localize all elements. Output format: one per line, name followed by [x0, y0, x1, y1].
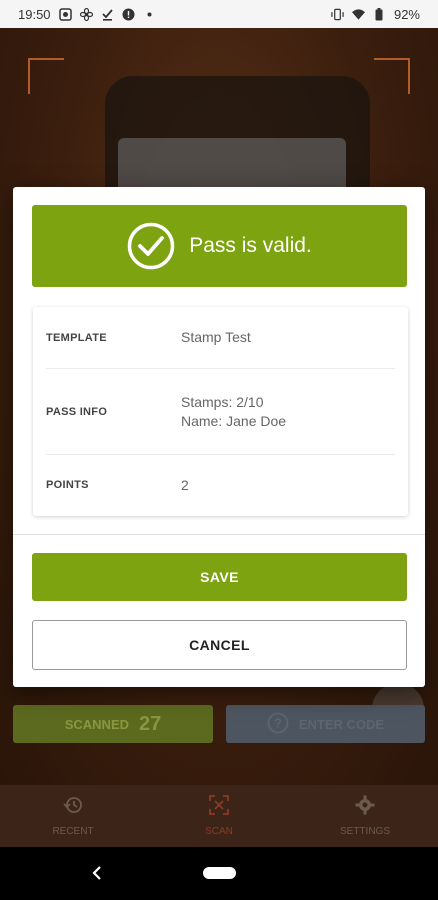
gear-icon: [355, 795, 375, 818]
scan-frame-corner-top-left: [28, 58, 64, 94]
check-circle-icon: [127, 222, 175, 270]
status-time: 19:50: [18, 6, 51, 22]
info-row-points: POINTS 2: [46, 455, 395, 515]
info-value-template: Stamp Test: [181, 329, 251, 345]
valid-status-banner: Pass is valid.: [32, 205, 407, 287]
status-bar: 19:50 92%: [0, 0, 438, 28]
pass-info-line: Name: Jane Doe: [181, 412, 287, 429]
nav-item-settings[interactable]: SETTINGS: [292, 785, 438, 847]
photo-icon: [58, 7, 72, 21]
battery-level: 92%: [393, 6, 420, 22]
info-key-points: POINTS: [46, 479, 89, 491]
system-navigation-bar: [0, 847, 438, 900]
fan-icon: [79, 7, 93, 21]
pass-info-card: TEMPLATE Stamp Test PASS INFO Stamps: 2/…: [33, 307, 408, 516]
back-icon[interactable]: [90, 864, 104, 887]
help-icon: ?: [267, 712, 289, 737]
pass-validation-dialog: Pass is valid. TEMPLATE Stamp Test PASS …: [13, 187, 425, 687]
alert-icon: [122, 8, 135, 21]
wifi-icon: [351, 8, 365, 21]
pass-info-line: Stamps: 2/10: [181, 393, 264, 410]
battery-icon: [373, 7, 386, 21]
scan-frame-corner-top-right: [374, 58, 410, 94]
info-value-pass-info: Stamps: 2/10 Name: Jane Doe: [181, 393, 286, 431]
nav-label-scan: SCAN: [205, 826, 233, 837]
nav-label-settings: SETTINGS: [339, 826, 390, 837]
download-done-icon: [101, 8, 114, 21]
history-icon: [63, 795, 83, 818]
nav-item-scan[interactable]: SCAN: [146, 785, 292, 847]
svg-text:?: ?: [274, 715, 282, 730]
nav-label-recent: RECENT: [52, 826, 94, 837]
save-button[interactable]: SAVE: [32, 553, 407, 601]
cancel-button[interactable]: CANCEL: [32, 620, 407, 670]
dialog-divider: [13, 534, 425, 535]
scanned-count: 27: [139, 712, 162, 735]
home-button[interactable]: [203, 867, 236, 879]
info-value-points: 2: [181, 476, 189, 493]
nav-item-recent[interactable]: RECENT: [0, 785, 146, 847]
info-row-template: TEMPLATE Stamp Test: [46, 307, 395, 369]
scan-icon: [209, 795, 229, 818]
info-key-pass-info: PASS INFO: [46, 405, 108, 418]
enter-code-label: ENTER CODE: [298, 716, 385, 732]
scanned-button[interactable]: SCANNED 27: [13, 705, 213, 743]
info-key-template: TEMPLATE: [46, 331, 107, 344]
info-row-pass-info: PASS INFO Stamps: 2/10 Name: Jane Doe: [46, 369, 395, 455]
enter-code-button[interactable]: ? ENTER CODE: [226, 705, 425, 743]
status-message: Pass is valid.: [189, 234, 312, 257]
bottom-navigation: RECENT SCAN SETTINGS: [0, 785, 438, 847]
dot-icon: [143, 8, 156, 21]
scanned-label: SCANNED: [64, 716, 130, 732]
vibrate-icon: [331, 8, 344, 21]
